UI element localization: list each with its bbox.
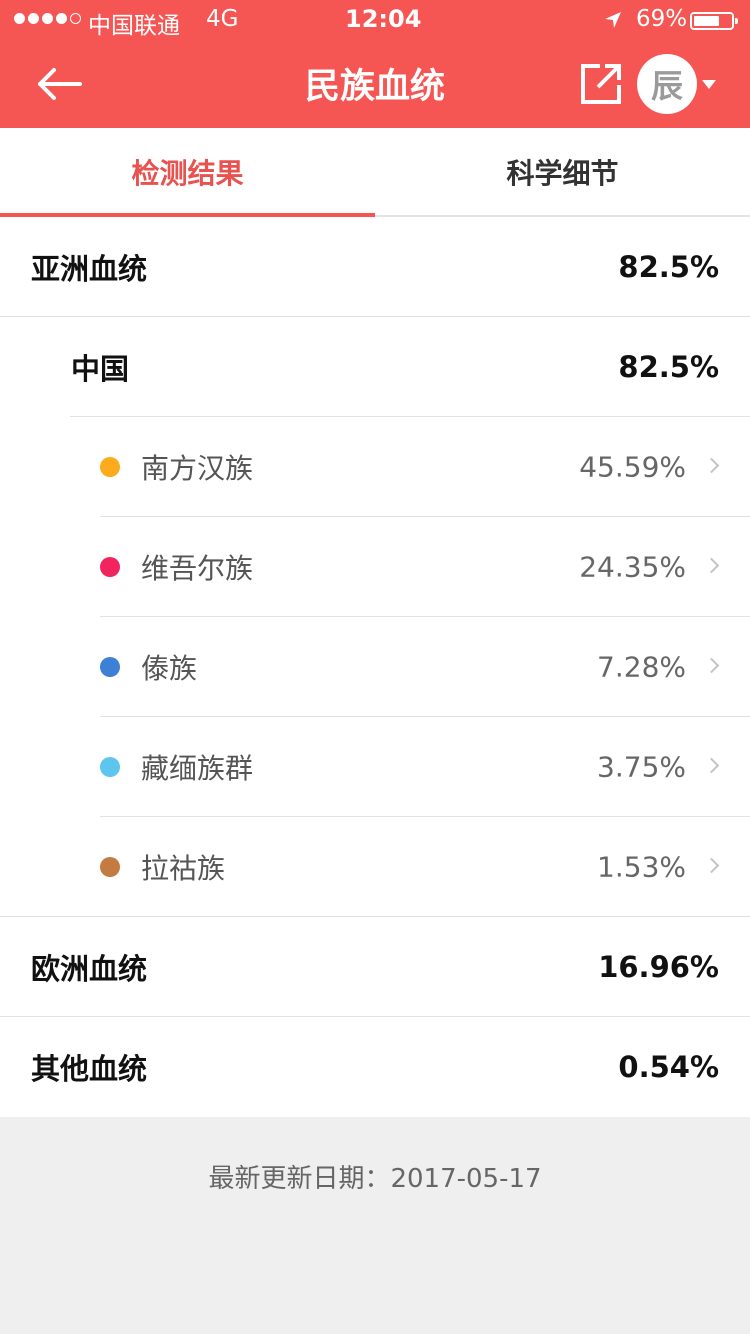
ancestry-label: 其他血统 bbox=[31, 1052, 148, 1086]
ancestry-list: 亚洲血统 82.5% 中国 82.5% 南方汉族 45.59% 维吾尔族 24.… bbox=[0, 217, 750, 1117]
battery-level bbox=[694, 16, 719, 26]
last-updated-date: 最新更新日期：2017-05-17 bbox=[208, 1164, 542, 1194]
ethnic-group-row[interactable]: 藏缅族群 3.75% bbox=[0, 717, 750, 817]
ethnic-group-row[interactable]: 拉祜族 1.53% bbox=[0, 817, 750, 917]
chevron-right-icon bbox=[703, 457, 720, 474]
ancestry-row-other: 其他血统 0.54% bbox=[0, 1017, 750, 1117]
app-header: 中国联通 4G 12:04 69% 民族血统 辰 bbox=[0, 0, 750, 128]
signal-strength-icon bbox=[14, 13, 81, 24]
chevron-right-icon bbox=[703, 757, 720, 774]
battery-icon bbox=[690, 12, 738, 30]
ethnic-group-label: 南方汉族 bbox=[141, 452, 254, 485]
region-percent: 82.5% bbox=[618, 350, 719, 384]
color-dot-icon bbox=[100, 557, 120, 577]
ethnic-group-percent: 3.75% bbox=[597, 750, 686, 784]
chevron-down-icon[interactable] bbox=[702, 80, 716, 89]
ancestry-row-china: 中国 82.5% bbox=[0, 317, 750, 417]
chevron-right-icon bbox=[703, 857, 720, 874]
arrow-left-icon bbox=[38, 68, 82, 100]
ancestry-percent: 0.54% bbox=[618, 1050, 719, 1084]
color-dot-icon bbox=[100, 857, 120, 877]
tab-science-details[interactable]: 科学细节 bbox=[375, 128, 750, 215]
ancestry-percent: 82.5% bbox=[618, 250, 719, 284]
battery-percent: 69% bbox=[636, 6, 688, 32]
ethnic-group-label: 藏缅族群 bbox=[141, 752, 254, 785]
chevron-right-icon bbox=[703, 657, 720, 674]
status-time: 12:04 bbox=[345, 5, 422, 33]
chevron-right-icon bbox=[703, 557, 720, 574]
ethnic-group-label: 傣族 bbox=[141, 652, 198, 685]
ethnic-group-label: 维吾尔族 bbox=[141, 552, 254, 585]
ethnic-group-row[interactable]: 维吾尔族 24.35% bbox=[0, 517, 750, 617]
status-bar: 中国联通 4G 12:04 69% bbox=[0, 0, 750, 40]
ethnic-group-label: 拉祜族 bbox=[141, 852, 226, 885]
location-arrow-icon bbox=[605, 12, 621, 28]
ethnic-group-row[interactable]: 南方汉族 45.59% bbox=[0, 417, 750, 517]
region-label: 中国 bbox=[71, 352, 130, 386]
tab-bar: 检测结果 科学细节 bbox=[0, 128, 750, 217]
ethnic-group-percent: 1.53% bbox=[597, 850, 686, 884]
ancestry-row-asia: 亚洲血统 82.5% bbox=[0, 217, 750, 317]
ethnic-group-percent: 45.59% bbox=[579, 450, 686, 484]
carrier-name: 中国联通 bbox=[88, 13, 180, 39]
ancestry-label: 欧洲血统 bbox=[31, 952, 148, 986]
color-dot-icon bbox=[100, 757, 120, 777]
share-external-icon bbox=[581, 64, 621, 104]
ethnic-group-row[interactable]: 傣族 7.28% bbox=[0, 617, 750, 717]
ancestry-percent: 16.96% bbox=[598, 950, 719, 984]
share-button[interactable] bbox=[580, 63, 622, 105]
tab-results[interactable]: 检测结果 bbox=[0, 128, 375, 215]
ethnic-group-percent: 24.35% bbox=[579, 550, 686, 584]
ethnic-group-percent: 7.28% bbox=[597, 650, 686, 684]
avatar[interactable]: 辰 bbox=[637, 54, 697, 114]
back-button[interactable] bbox=[32, 62, 88, 106]
ancestry-row-europe: 欧洲血统 16.96% bbox=[0, 917, 750, 1017]
color-dot-icon bbox=[100, 457, 120, 477]
network-type: 4G bbox=[206, 6, 239, 32]
ancestry-label: 亚洲血统 bbox=[31, 252, 148, 286]
color-dot-icon bbox=[100, 657, 120, 677]
